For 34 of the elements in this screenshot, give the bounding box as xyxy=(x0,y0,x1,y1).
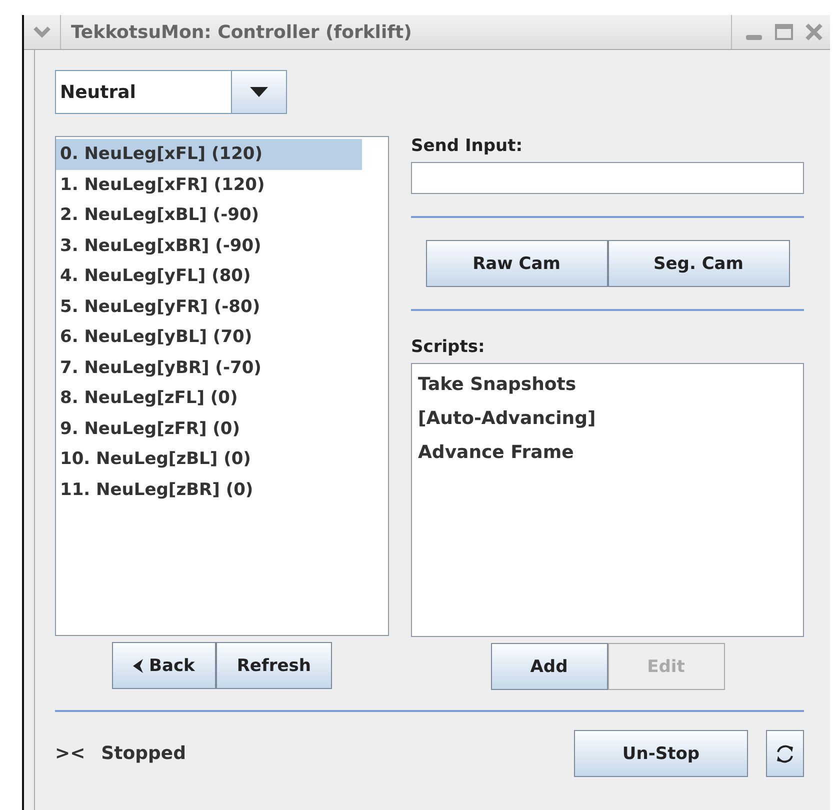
status-text: Stopped xyxy=(101,743,187,764)
close-icon[interactable] xyxy=(804,22,824,42)
script-item[interactable]: Take Snapshots xyxy=(418,368,803,402)
scripts-label: Scripts: xyxy=(411,337,486,357)
script-item[interactable]: [Auto-Advancing] xyxy=(418,402,803,436)
output-item[interactable]: 5. NeuLeg[yFR] (-80) xyxy=(56,292,362,322)
output-item[interactable]: 4. NeuLeg[yFL] (80) xyxy=(56,261,362,292)
refresh-icon xyxy=(774,742,796,764)
camera-button[interactable]: Raw Cam xyxy=(426,240,608,287)
preset-dropdown[interactable]: Neutral xyxy=(55,70,287,114)
output-item[interactable]: 11. NeuLeg[zBR] (0) xyxy=(56,474,362,505)
output-item[interactable]: 6. NeuLeg[yBL] (70) xyxy=(56,322,362,352)
unstop-button[interactable]: Un-Stop xyxy=(574,730,748,777)
dropdown-arrow-icon xyxy=(250,87,268,97)
left-triangle-icon xyxy=(133,658,144,672)
window-title: TekkotsuMon: Controller (forklift) xyxy=(70,22,413,42)
add-button[interactable]: Add xyxy=(490,643,608,690)
maximize-icon[interactable] xyxy=(774,22,794,42)
output-item[interactable]: 3. NeuLeg[xBR] (-90) xyxy=(56,230,362,261)
output-item[interactable]: 8. NeuLeg[zFL] (0) xyxy=(56,383,362,414)
output-item[interactable]: 0. NeuLeg[xFL] (120) xyxy=(56,139,362,170)
camera-button[interactable]: Seg. Cam xyxy=(608,240,790,287)
status-icon: >< xyxy=(55,743,86,764)
output-item[interactable]: 7. NeuLeg[yBR] (-70) xyxy=(56,352,362,383)
script-item[interactable]: Advance Frame xyxy=(418,436,803,470)
back-button[interactable]: Back xyxy=(112,642,216,689)
output-item[interactable]: 2. NeuLeg[xBL] (-90) xyxy=(56,200,362,230)
output-item[interactable]: 10. NeuLeg[zBL] (0) xyxy=(56,444,362,474)
output-item[interactable]: 9. NeuLeg[zFR] (0) xyxy=(56,414,362,444)
send-input-label: Send Input: xyxy=(411,136,524,156)
send-input-field[interactable] xyxy=(411,162,804,194)
refresh-button[interactable]: Refresh xyxy=(216,642,332,689)
refresh-icon-button[interactable] xyxy=(766,730,804,777)
output-item[interactable]: 1. NeuLeg[xFR] (120) xyxy=(56,170,362,200)
